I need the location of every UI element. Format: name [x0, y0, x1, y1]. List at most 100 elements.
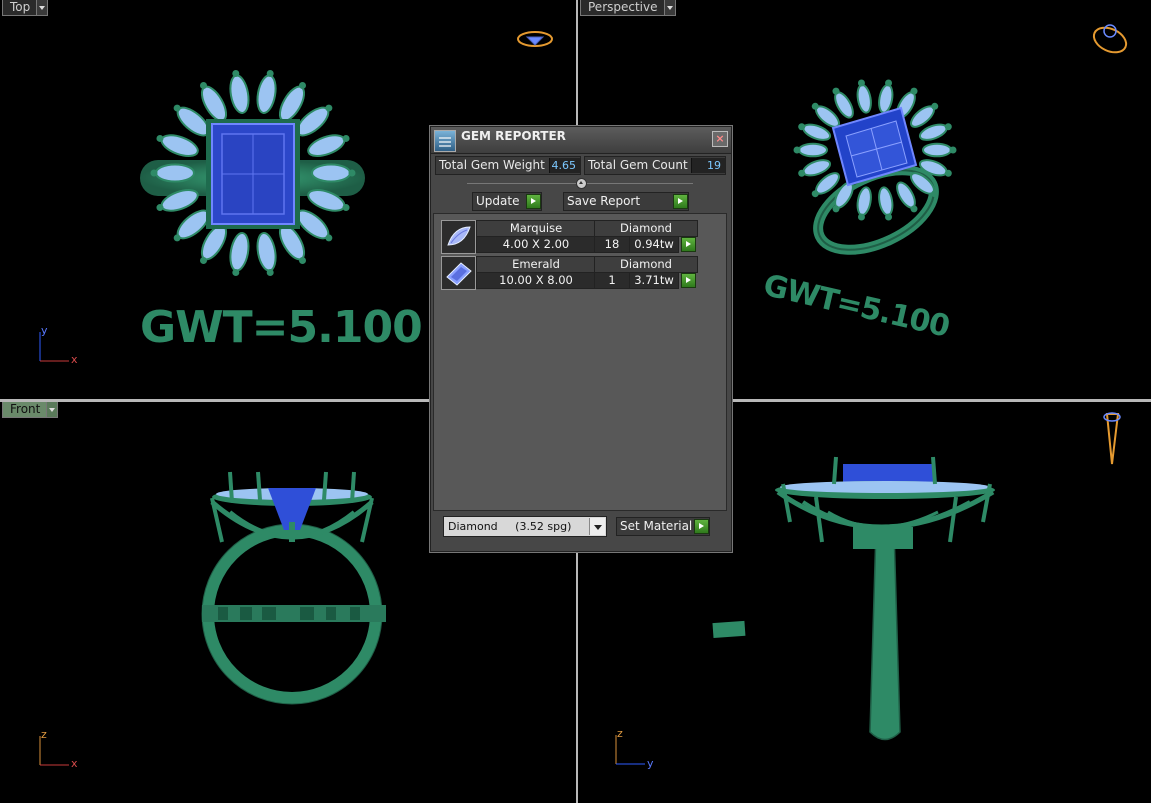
prong-bead — [232, 70, 240, 78]
total-gem-weight-label: Total Gem Weight — [439, 158, 545, 172]
viewport-menu-arrow-icon[interactable] — [36, 0, 48, 15]
axis-x-label: x — [71, 757, 78, 770]
prong-bead — [325, 104, 333, 112]
total-gem-count-label: Total Gem Count — [588, 158, 688, 172]
prong-bead — [944, 123, 952, 131]
play-arrow-icon — [673, 194, 688, 209]
gem-reporter-dialog: GEM REPORTER × Total Gem Weight 4.65 Tot… — [430, 126, 732, 552]
gem-size-cell: 4.00 X 2.00 — [476, 236, 596, 253]
axis-x-label: x — [71, 353, 78, 366]
gem-material-cell: Diamond — [594, 220, 698, 237]
material-select[interactable]: Diamond (3.52 spg) — [443, 516, 607, 537]
prong-bead — [266, 268, 274, 276]
prong-bead — [299, 82, 306, 90]
marquise-stone — [307, 134, 346, 157]
close-icon[interactable]: × — [712, 131, 728, 147]
update-button[interactable]: Update — [472, 192, 542, 211]
gem-count-cell: 1 — [594, 272, 630, 289]
gem-shape-cell: Marquise — [476, 220, 596, 237]
total-gem-count-value: 19 — [691, 158, 725, 173]
gem-weight-cell: 0.94tw — [629, 236, 679, 253]
axis-y-label: y — [41, 324, 48, 337]
prong-bead — [832, 205, 840, 213]
prong-bead — [811, 102, 819, 110]
collapse-arrow-icon[interactable] — [576, 178, 587, 189]
marquise-stone — [256, 74, 277, 114]
gem-row-emerald[interactable]: Emerald Diamond 10.00 X 8.00 1 3.71tw — [441, 256, 699, 290]
prong-bead — [348, 169, 356, 177]
total-gem-weight-field: Total Gem Weight 4.65 — [435, 156, 581, 175]
prong-bead — [910, 87, 918, 95]
prong-bead — [798, 169, 806, 177]
axis-z-label: z — [41, 728, 47, 741]
marquise-stone — [160, 134, 199, 157]
play-arrow-icon — [694, 519, 709, 534]
prong-bead — [857, 213, 865, 221]
total-gem-weight-value: 4.65 — [549, 158, 580, 173]
prong-bead — [885, 79, 893, 87]
prong-bead — [811, 190, 819, 198]
prong-bead — [342, 204, 350, 212]
prong-bead — [156, 204, 164, 212]
marquise-stone — [878, 83, 894, 114]
viewport-label-top[interactable]: Top — [2, 0, 49, 16]
prong-bead — [299, 256, 306, 264]
prong-bead — [200, 82, 207, 90]
dialog-titlebar[interactable]: GEM REPORTER × — [431, 127, 731, 154]
prong-bead — [944, 169, 952, 177]
marquise-stone — [922, 142, 952, 158]
prong-bead — [798, 123, 806, 131]
save-report-button[interactable]: Save Report — [563, 192, 689, 211]
prong-bead — [910, 205, 918, 213]
total-gem-count-field: Total Gem Count 19 — [584, 156, 726, 175]
marquise-stone — [856, 83, 872, 114]
gem-row-action-icon[interactable] — [681, 273, 696, 288]
prong-bead — [200, 256, 207, 264]
prong-bead — [931, 102, 939, 110]
set-material-button[interactable]: Set Material — [616, 517, 710, 536]
gwt-text-top: GWT=5.100 — [140, 302, 423, 353]
prong-bead — [173, 104, 181, 112]
prong-bead — [949, 146, 957, 154]
prong-bead — [156, 134, 164, 142]
prong-bead — [266, 70, 274, 78]
viewport-label-front[interactable]: Front — [2, 402, 59, 418]
prong-bead — [342, 134, 350, 142]
marquise-stone — [155, 163, 195, 183]
marquise-stone — [229, 74, 250, 114]
gem-row-marquise[interactable]: Marquise Diamond 4.00 X 2.00 18 0.94tw — [441, 220, 699, 254]
marquise-stone — [229, 232, 250, 272]
prong-bead — [173, 234, 181, 242]
emerald-gem-icon — [441, 256, 476, 290]
prong-bead — [857, 79, 865, 87]
prong-bead — [832, 87, 840, 95]
viewport-menu-arrow-icon[interactable] — [46, 402, 58, 417]
dialog-title: GEM REPORTER — [461, 129, 566, 143]
marquise-gem-icon — [441, 220, 476, 254]
gem-count-cell: 18 — [594, 236, 630, 253]
gem-list[interactable]: Marquise Diamond 4.00 X 2.00 18 0.94tw E… — [433, 213, 727, 511]
marquise-stone — [256, 232, 277, 272]
marquise-stone — [856, 186, 872, 217]
marquise-stone — [798, 142, 828, 158]
play-arrow-icon — [526, 194, 541, 209]
prong-bead — [885, 213, 893, 221]
prong-bead — [232, 268, 240, 276]
viewport-menu-arrow-icon[interactable] — [663, 0, 675, 15]
prong-bead — [325, 234, 333, 242]
gem-weight-cell: 3.71tw — [629, 272, 679, 289]
prong-bead — [931, 190, 939, 198]
marquise-stone — [311, 163, 351, 183]
gem-size-cell: 10.00 X 8.00 — [476, 272, 596, 289]
chevron-down-icon[interactable] — [589, 518, 605, 535]
gem-reporter-app-icon — [434, 130, 456, 152]
marquise-stone — [878, 186, 894, 217]
axis-y-label: y — [647, 757, 654, 770]
prong-bead — [793, 146, 801, 154]
viewport-label-perspective[interactable]: Perspective — [580, 0, 676, 16]
gem-material-cell: Diamond — [594, 256, 698, 273]
gem-shape-cell: Emerald — [476, 256, 596, 273]
prong-bead — [150, 169, 158, 177]
gem-row-action-icon[interactable] — [681, 237, 696, 252]
axis-z-label: z — [617, 727, 623, 740]
